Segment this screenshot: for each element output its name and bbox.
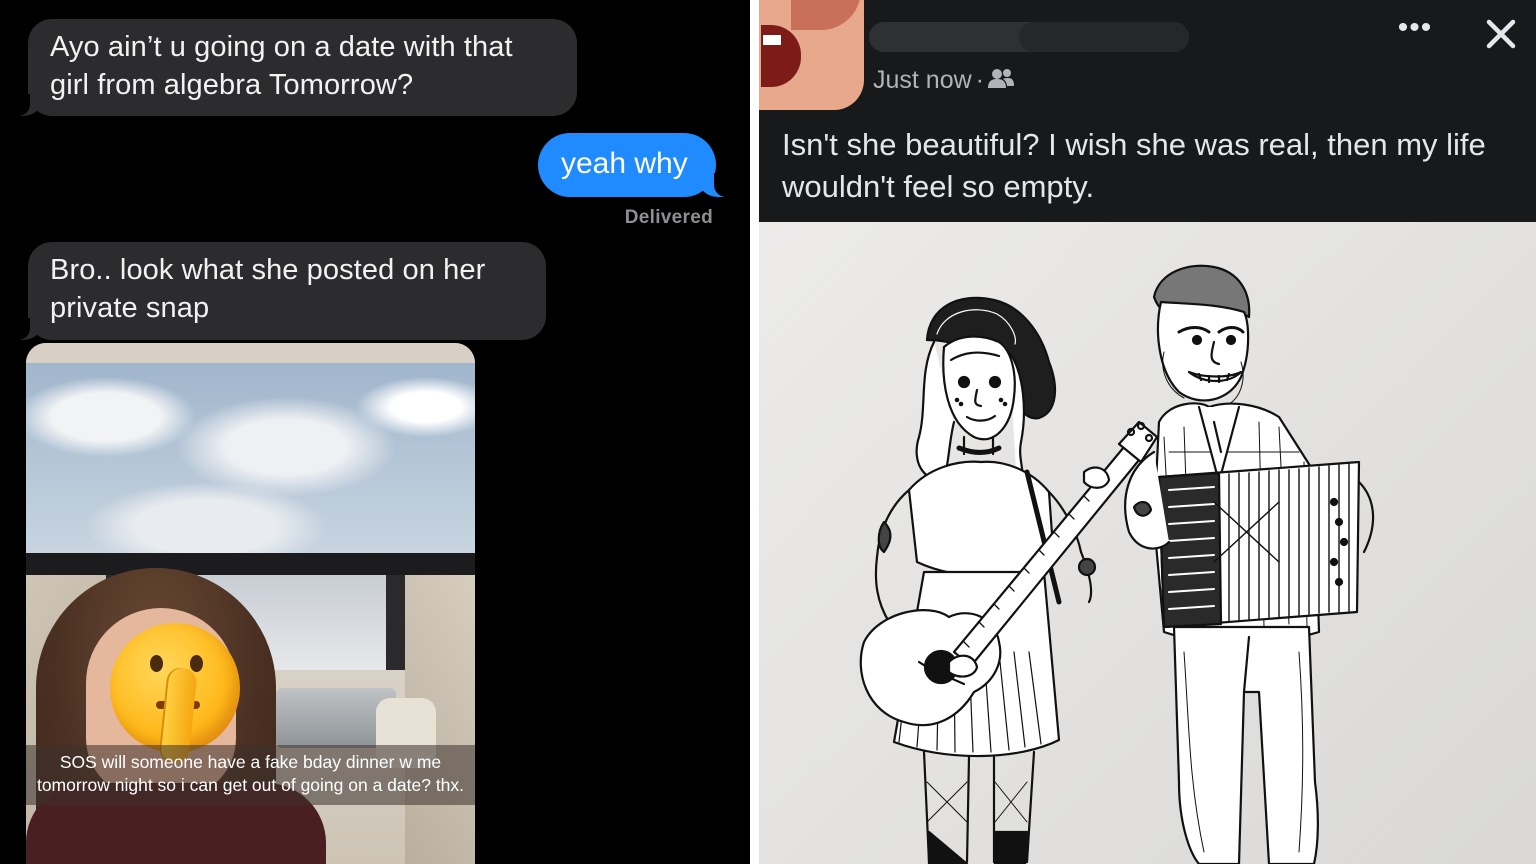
close-icon[interactable] <box>1481 14 1521 54</box>
meta-separator: · <box>975 66 984 94</box>
redacted-username[interactable] <box>869 22 1189 52</box>
emoji-eye <box>190 655 203 672</box>
roof-edge <box>26 343 475 363</box>
more-options-button[interactable]: ••• <box>1395 13 1435 48</box>
snap-photo-attachment[interactable]: SOS will someone have a fake bday dinner… <box>26 343 475 864</box>
delivered-status: Delivered <box>624 207 713 228</box>
post-timestamp[interactable]: Just now <box>873 66 972 94</box>
friends-icon[interactable] <box>988 68 1014 97</box>
incoming-message-bubble[interactable]: Ayo ain’t u going on a date with that gi… <box>14 19 577 116</box>
profile-avatar[interactable] <box>759 0 864 110</box>
post-meta: Just now · <box>873 66 1014 97</box>
outgoing-message-bubble[interactable]: yeah why <box>538 133 730 197</box>
incoming-message-bubble[interactable]: Bro.. look what she posted on her privat… <box>14 242 546 340</box>
sunroof-frame <box>26 553 475 575</box>
ink-drawing-illustration <box>859 264 1375 864</box>
shushing-face-emoji-icon <box>110 623 240 765</box>
imessage-conversation: Ayo ain’t u going on a date with that gi… <box>0 0 750 864</box>
panel-divider <box>750 0 759 864</box>
sunroof-sky <box>26 357 475 557</box>
outgoing-message-text: yeah why <box>561 147 688 180</box>
snap-caption: SOS will someone have a fake bday dinner… <box>26 745 475 805</box>
incoming-message-text: Ayo ain’t u going on a date with that gi… <box>50 31 513 101</box>
emoji-eye <box>150 655 163 672</box>
avatar-teeth <box>763 35 781 45</box>
post-image-drawing[interactable] <box>759 222 1536 864</box>
incoming-message-text: Bro.. look what she posted on her privat… <box>50 254 486 324</box>
post-text: Isn't she beautiful? I wish she was real… <box>782 127 1486 204</box>
avatar-head <box>791 0 861 30</box>
facebook-post: Just now · ••• Isn't she beautiful? I wis… <box>759 0 1536 864</box>
